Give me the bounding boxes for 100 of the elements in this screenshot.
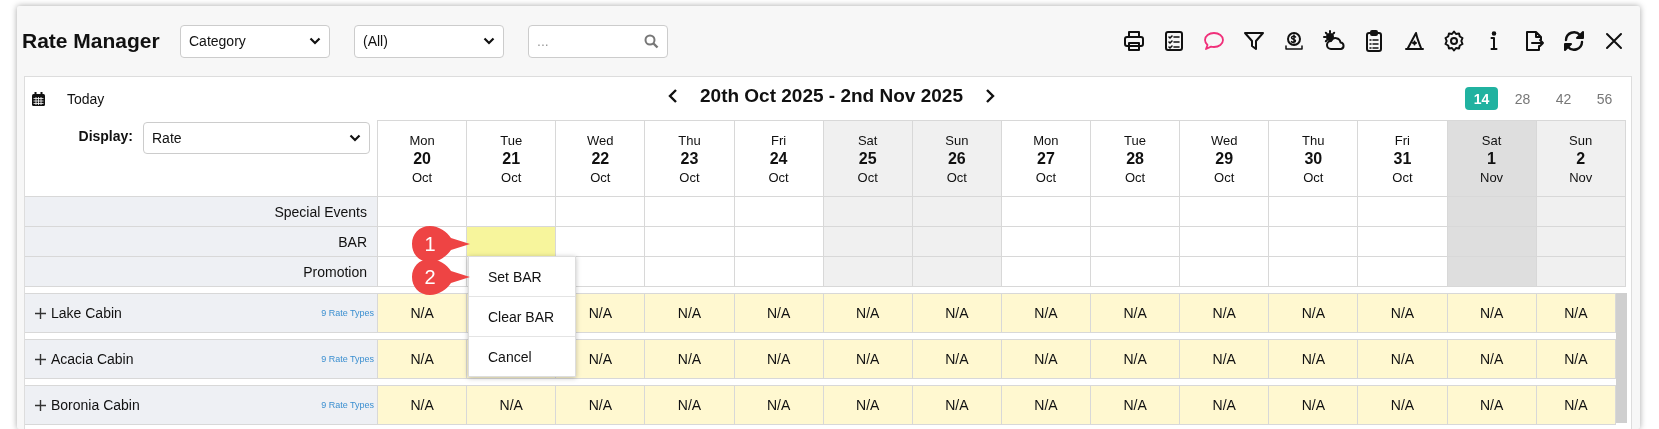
settings-icon[interactable] [1442, 29, 1466, 53]
search-field[interactable]: ... [528, 24, 668, 58]
rate-cell[interactable]: N/A [1447, 340, 1537, 378]
rate-cell[interactable]: N/A [734, 340, 824, 378]
rate-cell[interactable]: N/A [1180, 340, 1270, 378]
rate-cell[interactable]: N/A [645, 294, 735, 332]
display-dropdown[interactable]: Rate [143, 122, 370, 154]
rate-cell[interactable]: N/A [1001, 294, 1091, 332]
event-cell[interactable] [1358, 257, 1448, 287]
period-button[interactable]: 42 [1547, 87, 1580, 110]
event-cell[interactable] [912, 197, 1002, 227]
event-cell[interactable] [734, 197, 824, 227]
event-cell[interactable] [1001, 227, 1091, 257]
caret-icon [483, 37, 495, 45]
print-icon[interactable] [1122, 29, 1146, 53]
event-cell[interactable] [645, 197, 735, 227]
rate-cell[interactable]: N/A [1001, 386, 1091, 424]
next-icon[interactable] [984, 88, 995, 104]
event-cell[interactable] [645, 227, 735, 257]
event-cell[interactable] [823, 197, 913, 227]
rate-cell[interactable]: N/A [1447, 386, 1537, 424]
rate-cell[interactable]: N/A [467, 386, 557, 424]
event-cell[interactable] [1536, 197, 1626, 227]
event-cell[interactable] [1269, 227, 1359, 257]
checklist-icon[interactable] [1162, 29, 1186, 53]
event-cell[interactable] [378, 197, 468, 227]
rate-cell[interactable]: N/A [645, 386, 735, 424]
event-cell[interactable] [912, 227, 1002, 257]
event-cell[interactable] [1091, 197, 1181, 227]
expand-icon[interactable] [35, 353, 46, 365]
rate-cell[interactable]: N/A [823, 340, 913, 378]
previous-icon[interactable] [668, 88, 678, 104]
speech-bubble-icon[interactable] [1202, 29, 1226, 53]
event-cell[interactable] [1180, 197, 1270, 227]
period-button[interactable]: 56 [1588, 87, 1621, 110]
event-cell[interactable] [734, 257, 824, 287]
rate-cell[interactable]: N/A [823, 294, 913, 332]
weather-icon[interactable] [1322, 29, 1346, 53]
event-cell[interactable] [1001, 197, 1091, 227]
filter-icon[interactable] [1242, 29, 1266, 53]
rate-cell[interactable]: N/A [912, 386, 1002, 424]
rate-cell[interactable]: N/A [645, 340, 735, 378]
scrollbar[interactable] [1616, 293, 1627, 423]
refresh-icon[interactable] [1562, 29, 1586, 53]
event-cell[interactable] [645, 257, 735, 287]
rate-cell[interactable]: N/A [1091, 294, 1181, 332]
event-cell[interactable] [1447, 257, 1537, 287]
rate-cell[interactable]: N/A [378, 340, 468, 378]
event-cell[interactable] [1091, 257, 1181, 287]
event-cell[interactable] [1269, 197, 1359, 227]
rate-cell[interactable]: N/A [1269, 340, 1359, 378]
rate-cell[interactable]: N/A [734, 294, 824, 332]
rate-cell[interactable]: N/A [912, 294, 1002, 332]
dropdown[interactable]: (All) [354, 24, 504, 58]
event-cell[interactable] [1180, 227, 1270, 257]
rate-cell[interactable]: N/A [1091, 340, 1181, 378]
event-cell[interactable] [1536, 227, 1626, 257]
rate-cell[interactable]: N/A [1180, 386, 1270, 424]
event-cell[interactable] [1536, 257, 1626, 287]
rate-cell[interactable]: N/A [1536, 340, 1616, 378]
event-cell[interactable] [734, 227, 824, 257]
event-cell[interactable] [823, 227, 913, 257]
rate-cell[interactable]: N/A [1358, 340, 1448, 378]
rate-cell[interactable]: N/A [1447, 294, 1537, 332]
event-cell[interactable] [1180, 257, 1270, 287]
event-cell[interactable] [1447, 227, 1537, 257]
rate-cell[interactable]: N/A [1358, 386, 1448, 424]
rate-cell[interactable]: N/A [1536, 294, 1616, 332]
rate-cell[interactable]: N/A [1536, 386, 1616, 424]
rate-cell[interactable]: N/A [734, 386, 824, 424]
rate-cell[interactable]: N/A [378, 386, 468, 424]
menu-item[interactable]: Clear BAR [469, 297, 575, 337]
expand-icon[interactable] [35, 399, 46, 411]
rate-cell[interactable]: N/A [1269, 294, 1359, 332]
event-cell[interactable] [1001, 257, 1091, 287]
event-cell[interactable] [467, 227, 557, 257]
expand-icon[interactable] [35, 307, 46, 319]
event-cell[interactable] [1091, 227, 1181, 257]
event-cell[interactable] [1269, 257, 1359, 287]
rate-cell[interactable]: N/A [1358, 294, 1448, 332]
event-cell[interactable] [823, 257, 913, 287]
event-cell[interactable] [912, 257, 1002, 287]
rate-cell[interactable]: N/A [1091, 386, 1181, 424]
period-button[interactable]: 28 [1506, 87, 1539, 110]
event-cell[interactable] [467, 197, 557, 227]
calendar-icon[interactable] [32, 91, 45, 106]
event-cell[interactable] [1358, 227, 1448, 257]
event-cell[interactable] [556, 197, 646, 227]
rate-cell[interactable]: N/A [556, 386, 646, 424]
rate-cell[interactable]: N/A [1180, 294, 1270, 332]
event-cell[interactable] [1447, 197, 1537, 227]
rate-cell[interactable]: N/A [378, 294, 468, 332]
rate-cell[interactable]: N/A [1269, 386, 1359, 424]
rate-cell[interactable]: N/A [1001, 340, 1091, 378]
event-cell[interactable] [1358, 197, 1448, 227]
menu-item[interactable]: Set BAR [469, 257, 575, 297]
rate-cell[interactable]: N/A [823, 386, 913, 424]
dropdown[interactable]: Category [180, 24, 330, 58]
today-button[interactable]: Today [67, 90, 105, 107]
rate-cell[interactable]: N/A [912, 340, 1002, 378]
